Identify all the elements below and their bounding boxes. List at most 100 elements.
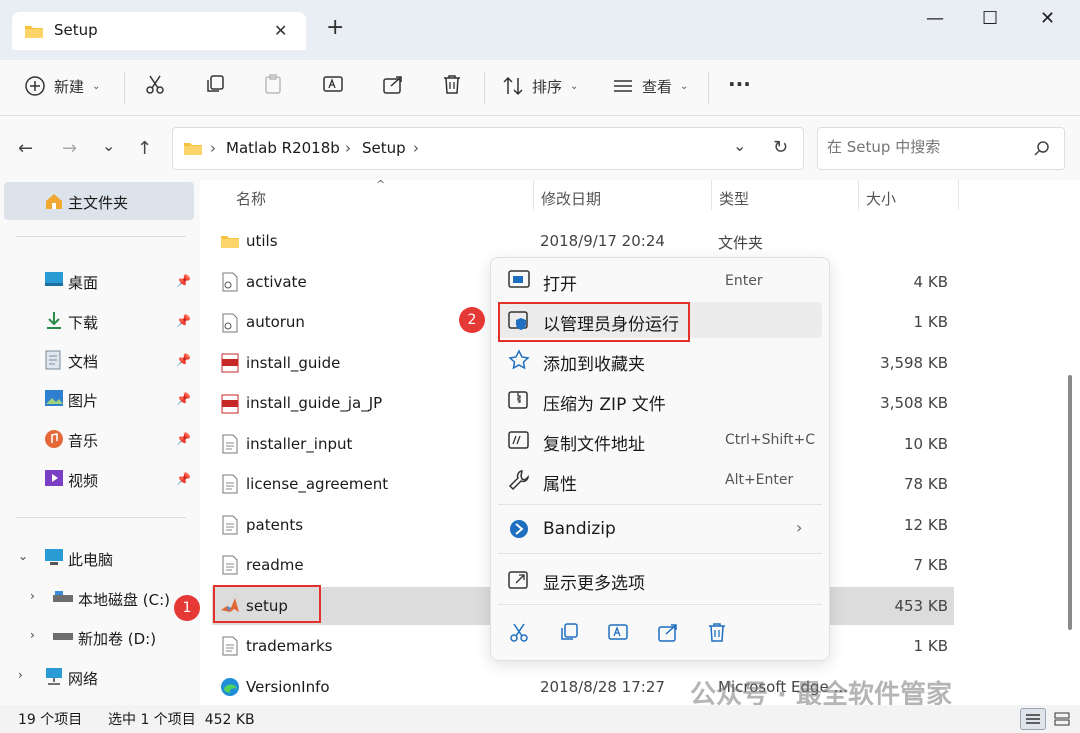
menu-shortcut: Alt+Enter	[725, 472, 794, 488]
expand-chevron-icon[interactable]: ›	[30, 589, 35, 603]
new-button[interactable]: 新建 ⌄	[24, 72, 100, 100]
text-file-icon	[220, 636, 240, 656]
pin-icon[interactable]: 📌	[176, 472, 191, 486]
sidebar-item-network[interactable]: 网络	[68, 668, 98, 689]
share-icon[interactable]	[657, 621, 679, 643]
divider	[708, 72, 709, 104]
divider	[498, 553, 822, 554]
sidebar-item-drive-c[interactable]: 本地磁盘 (C:)	[78, 589, 170, 610]
search-box[interactable]	[817, 127, 1065, 170]
tab-close-icon[interactable]: ✕	[274, 21, 287, 40]
minimize-icon[interactable]: —	[926, 8, 944, 29]
expand-chevron-icon[interactable]: ›	[30, 628, 35, 642]
status-selected: 选中 1 个项目 452 KB	[108, 712, 255, 728]
divider	[16, 236, 186, 237]
chevron-down-icon: ⌄	[680, 80, 689, 92]
documents-icon	[44, 350, 62, 370]
address-dropdown-icon[interactable]: ⌄	[733, 136, 746, 155]
delete-icon[interactable]	[706, 621, 728, 643]
column-divider[interactable]	[711, 180, 712, 210]
breadcrumb-separator: ›	[413, 139, 419, 157]
forward-icon[interactable]: →	[62, 138, 77, 159]
sidebar-item-pictures[interactable]: 图片	[68, 390, 98, 411]
view-button[interactable]: 查看 ⌄	[612, 72, 688, 100]
breadcrumb-item[interactable]: Setup	[362, 139, 406, 157]
breadcrumb-item[interactable]: Matlab R2018b	[226, 139, 340, 157]
close-window-icon[interactable]: ✕	[1040, 8, 1055, 29]
column-divider[interactable]	[858, 180, 859, 210]
view-label: 查看	[642, 77, 673, 96]
column-header-type[interactable]: 类型	[719, 188, 749, 209]
sort-button[interactable]: 排序 ⌄	[502, 72, 578, 100]
pictures-icon	[44, 389, 64, 407]
text-file-icon	[220, 434, 240, 454]
pin-icon[interactable]: 📌	[176, 392, 191, 406]
expand-chevron-icon[interactable]: ›	[18, 668, 23, 682]
new-tab-icon[interactable]: +	[326, 17, 344, 39]
rename-icon[interactable]	[607, 621, 629, 643]
chevron-right-icon: ›	[796, 518, 803, 537]
file-name: readme	[246, 556, 304, 574]
maximize-icon[interactable]: ☐	[982, 8, 998, 29]
recent-chevron-icon[interactable]: ⌄	[102, 136, 115, 155]
download-icon	[44, 310, 64, 330]
copy-icon[interactable]	[558, 621, 580, 643]
sidebar-item-videos[interactable]: 视频	[68, 470, 98, 491]
cut-icon[interactable]	[508, 621, 530, 643]
column-divider[interactable]	[533, 180, 534, 210]
rename-icon[interactable]	[322, 73, 344, 95]
column-header-date[interactable]: 修改日期	[541, 188, 601, 209]
search-input[interactable]	[827, 138, 1027, 156]
menu-shortcut: Enter	[725, 273, 763, 289]
file-size: 4 KB	[913, 273, 948, 291]
sidebar-item-music[interactable]: 音乐	[68, 430, 98, 451]
divider	[498, 604, 822, 605]
menu-label: 打开	[543, 275, 577, 295]
search-icon[interactable]	[1034, 140, 1050, 156]
sidebar-item-desktop[interactable]: 桌面	[68, 272, 98, 293]
file-name: utils	[246, 232, 278, 250]
pin-icon[interactable]: 📌	[176, 353, 191, 367]
pin-icon[interactable]: 📌	[176, 274, 191, 288]
tiles-view-icon[interactable]	[1054, 712, 1070, 726]
sidebar-item-downloads[interactable]: 下载	[68, 312, 98, 333]
chevron-down-icon: ⌄	[570, 80, 579, 92]
script-file-icon	[220, 313, 240, 333]
column-divider[interactable]	[958, 180, 959, 210]
refresh-icon[interactable]: ↻	[773, 137, 788, 158]
more-options-icon[interactable]: ···	[728, 72, 751, 96]
pin-icon[interactable]: 📌	[176, 314, 191, 328]
sort-label: 排序	[532, 77, 563, 96]
file-size: 78 KB	[904, 475, 948, 493]
column-header-name[interactable]: 名称	[236, 188, 266, 209]
back-icon[interactable]: ←	[18, 138, 33, 159]
sidebar-item-this-pc[interactable]: 此电脑	[68, 549, 113, 570]
text-file-icon	[220, 474, 240, 494]
network-icon	[44, 667, 64, 685]
paste-icon[interactable]	[262, 73, 284, 95]
scrollbar-thumb[interactable]	[1068, 375, 1072, 630]
details-view-button[interactable]	[1020, 708, 1046, 730]
file-size: 10 KB	[904, 435, 948, 453]
divider	[16, 517, 186, 518]
chevron-down-icon: ⌄	[92, 80, 101, 92]
folder-icon	[24, 23, 44, 39]
window-tab[interactable]: Setup ✕	[12, 12, 306, 50]
pin-icon[interactable]: 📌	[176, 432, 191, 446]
sidebar-item-documents[interactable]: 文档	[68, 351, 98, 372]
expand-chevron-icon[interactable]: ⌄	[18, 549, 28, 563]
file-size: 1 KB	[913, 637, 948, 655]
up-icon[interactable]: ↑	[137, 138, 152, 159]
share-icon[interactable]	[382, 73, 404, 95]
zip-icon	[508, 389, 530, 411]
cut-icon[interactable]	[144, 73, 166, 95]
file-name: installer_input	[246, 435, 353, 453]
sidebar-item-label: 主文件夹	[68, 194, 129, 212]
sidebar-item-drive-d[interactable]: 新加卷 (D:)	[78, 628, 156, 649]
column-header-size[interactable]: 大小	[866, 188, 896, 209]
delete-icon[interactable]	[441, 73, 463, 95]
file-date: 2018/8/28 17:27	[540, 678, 665, 696]
file-date: 2018/9/17 20:24	[540, 232, 665, 250]
copy-icon[interactable]	[204, 73, 226, 95]
copy-path-icon	[508, 429, 530, 451]
